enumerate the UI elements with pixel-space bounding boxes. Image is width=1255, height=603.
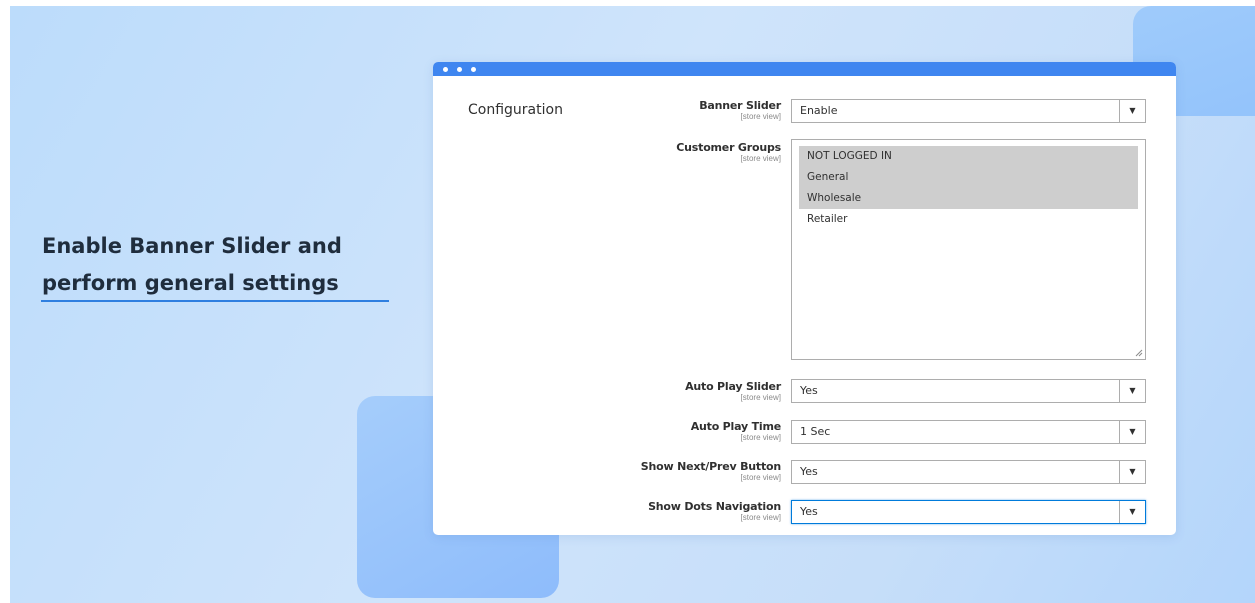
- customer-group-option-general[interactable]: General: [799, 167, 1138, 188]
- customer-group-option-retailer[interactable]: Retailer: [799, 209, 1138, 230]
- headline-underline: [41, 300, 389, 302]
- chevron-down-icon[interactable]: ▼: [1119, 380, 1145, 402]
- background-canvas: Enable Banner Slider and perform general…: [10, 6, 1255, 603]
- auto-play-time-select[interactable]: 1 Sec ▼: [791, 420, 1146, 444]
- auto-play-time-label: Auto Play Time [store view]: [690, 420, 782, 443]
- chevron-down-icon[interactable]: ▼: [1119, 100, 1145, 122]
- window-dot-2: [457, 66, 462, 72]
- customer-group-option-wholesale[interactable]: Wholesale: [799, 188, 1138, 209]
- customer-group-option-not-logged-in[interactable]: NOT LOGGED IN: [799, 146, 1138, 167]
- show-dots-label: Show Dots Navigation [store view]: [648, 500, 781, 523]
- banner-slider-value: Enable: [800, 104, 838, 117]
- customer-groups-label: Customer Groups [store view]: [676, 141, 781, 164]
- window-title-bar: [433, 62, 1176, 76]
- chevron-down-icon[interactable]: ▼: [1119, 421, 1145, 443]
- auto-play-slider-label: Auto Play Slider [store view]: [685, 380, 781, 403]
- section-title: Configuration: [468, 102, 563, 118]
- show-dots-value: Yes: [800, 505, 818, 518]
- banner-slider-select[interactable]: Enable ▼: [791, 99, 1146, 123]
- config-window: Configuration Banner Slider [store view]…: [433, 62, 1176, 535]
- chevron-down-icon[interactable]: ▼: [1119, 461, 1145, 483]
- auto-play-time-value: 1 Sec: [800, 425, 831, 438]
- auto-play-slider-select[interactable]: Yes ▼: [791, 379, 1146, 403]
- headline: Enable Banner Slider and perform general…: [42, 228, 402, 302]
- resize-handle-icon[interactable]: [1135, 349, 1143, 357]
- headline-line-1: Enable Banner Slider and: [42, 234, 342, 258]
- window-dot-3: [471, 66, 476, 72]
- show-next-prev-label: Show Next/Prev Button [store view]: [640, 460, 781, 483]
- show-next-prev-value: Yes: [800, 465, 818, 478]
- show-next-prev-select[interactable]: Yes ▼: [791, 460, 1146, 484]
- chevron-down-icon[interactable]: ▼: [1119, 501, 1145, 523]
- auto-play-slider-value: Yes: [800, 384, 818, 397]
- window-dot-1: [443, 66, 448, 72]
- headline-line-2: perform general settings: [42, 271, 339, 295]
- customer-groups-multiselect[interactable]: NOT LOGGED IN General Wholesale Retailer: [791, 139, 1146, 360]
- show-dots-select[interactable]: Yes ▼: [791, 500, 1146, 524]
- banner-slider-label: Banner Slider [store view]: [699, 99, 781, 122]
